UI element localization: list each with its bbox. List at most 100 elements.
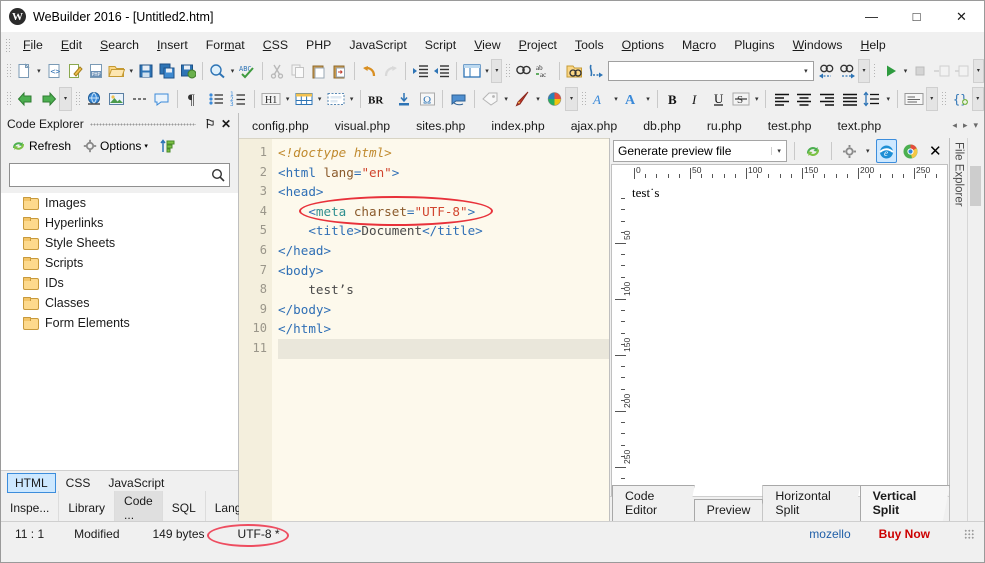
heading-dropdown-icon[interactable]: ▾ bbox=[283, 88, 292, 110]
tree-item-classes[interactable]: Classes bbox=[1, 293, 238, 313]
menu-view[interactable]: View bbox=[465, 35, 509, 55]
snippet-icon[interactable] bbox=[448, 87, 469, 111]
menu-insert[interactable]: Insert bbox=[148, 35, 197, 55]
preview-settings-button[interactable] bbox=[838, 139, 859, 163]
sort-button[interactable] bbox=[156, 137, 179, 155]
search-input[interactable] bbox=[14, 167, 211, 183]
options-dropdown-icon[interactable]: ▾ bbox=[144, 142, 148, 150]
format-brush-icon[interactable] bbox=[512, 87, 533, 111]
copy-icon[interactable] bbox=[288, 59, 307, 83]
menu-file[interactable]: File bbox=[14, 35, 52, 55]
tab-list-icon[interactable]: ▾ bbox=[973, 120, 978, 131]
encoding-status[interactable]: UTF-8 * bbox=[215, 527, 290, 541]
new-php-icon[interactable]: PHP bbox=[86, 59, 105, 83]
open-dropdown-icon[interactable]: ▾ bbox=[127, 60, 135, 82]
panel-tab-sql[interactable]: SQL bbox=[163, 491, 206, 525]
tab-vertical-split[interactable]: Vertical Split bbox=[859, 485, 950, 521]
menu-plugins[interactable]: Plugins bbox=[725, 35, 783, 55]
paste-special-icon[interactable] bbox=[330, 59, 349, 83]
toolbar-overflow-3[interactable]: ▾ bbox=[972, 59, 984, 83]
font-icon[interactable]: A bbox=[590, 87, 611, 111]
search-icon[interactable] bbox=[208, 59, 227, 83]
form-icon[interactable] bbox=[325, 87, 346, 111]
toolbar2-overflow-4[interactable]: ▾ bbox=[971, 87, 984, 111]
menu-script[interactable]: Script bbox=[416, 35, 465, 55]
heading-icon[interactable]: H1 bbox=[260, 87, 282, 111]
toolbar2-grip-3[interactable] bbox=[580, 91, 586, 107]
toolbar2-overflow-2[interactable]: ▾ bbox=[565, 87, 578, 111]
menu-javascript[interactable]: JavaScript bbox=[340, 35, 415, 55]
file-tab-test-php[interactable]: test.php bbox=[755, 115, 825, 137]
toolbar2-grip-2[interactable] bbox=[74, 91, 80, 107]
vertical-scrollbar[interactable] bbox=[967, 138, 984, 521]
align-center-icon[interactable] bbox=[794, 87, 815, 111]
close-button[interactable]: ✕ bbox=[939, 1, 984, 32]
font-size-dropdown-icon[interactable]: ▾ bbox=[643, 88, 652, 110]
back-icon[interactable] bbox=[15, 87, 36, 111]
quick-find-dropdown-icon[interactable]: ▾ bbox=[798, 67, 813, 75]
new-file-icon[interactable] bbox=[15, 59, 34, 83]
toolbar-overflow-1[interactable]: ▾ bbox=[491, 59, 503, 83]
tree-item-hyperlinks[interactable]: Hyperlinks bbox=[1, 213, 238, 233]
strikethrough-icon[interactable]: S bbox=[730, 87, 751, 111]
code-explorer-search[interactable] bbox=[9, 163, 230, 187]
open-folder-icon[interactable] bbox=[107, 59, 126, 83]
menu-macro[interactable]: Macro bbox=[673, 35, 725, 55]
edit-file-icon[interactable] bbox=[65, 59, 84, 83]
menu-format[interactable]: Format bbox=[197, 35, 254, 55]
save-all-icon[interactable] bbox=[158, 59, 177, 83]
insert-hr-icon[interactable] bbox=[129, 87, 150, 111]
menu-project[interactable]: Project bbox=[510, 35, 566, 55]
menu-options[interactable]: Options bbox=[613, 35, 673, 55]
replace-icon[interactable]: ab ac bbox=[535, 59, 554, 83]
file-tab-index-php[interactable]: index.php bbox=[478, 115, 557, 137]
stop-icon[interactable] bbox=[911, 59, 930, 83]
tree-item-images[interactable]: Images bbox=[1, 193, 238, 213]
menu-windows[interactable]: Windows bbox=[784, 35, 852, 55]
menu-css[interactable]: CSS bbox=[254, 35, 297, 55]
file-tab-sites-php[interactable]: sites.php bbox=[403, 115, 478, 137]
forward-icon[interactable] bbox=[38, 87, 59, 111]
insert-link-icon[interactable] bbox=[84, 87, 105, 111]
font-size-icon[interactable]: A bbox=[622, 87, 643, 111]
search-dropdown-icon[interactable]: ▾ bbox=[228, 60, 236, 82]
file-tab-config-php[interactable]: config.php bbox=[239, 115, 322, 137]
paragraph-icon[interactable]: ¶ bbox=[183, 87, 204, 111]
indent-icon[interactable] bbox=[411, 59, 430, 83]
preview-close-button[interactable]: ✕ bbox=[925, 139, 946, 163]
find-prev-icon[interactable] bbox=[817, 59, 836, 83]
file-tab-ajax-php[interactable]: ajax.php bbox=[558, 115, 631, 137]
pin-icon[interactable]: ⚐ bbox=[202, 115, 218, 133]
tree-item-form-elements[interactable]: Form Elements bbox=[1, 313, 238, 333]
preview-ie-button[interactable]: e bbox=[875, 139, 898, 163]
undo-icon[interactable] bbox=[360, 59, 379, 83]
toolbar-overflow-2[interactable]: ▾ bbox=[858, 59, 870, 83]
lang-tab-css[interactable]: CSS bbox=[58, 473, 99, 493]
run-preview-icon[interactable] bbox=[881, 59, 900, 83]
bold-icon[interactable]: B bbox=[662, 87, 683, 111]
line-spacing-dropdown-icon[interactable]: ▾ bbox=[884, 88, 893, 110]
panel-tab-code-explorer[interactable]: Code ... bbox=[115, 491, 163, 525]
maximize-button[interactable]: □ bbox=[894, 1, 939, 32]
tab-horizontal-split[interactable]: Horizontal Split bbox=[762, 485, 861, 521]
spellcheck-icon[interactable]: ABC bbox=[238, 59, 257, 83]
unordered-list-icon[interactable] bbox=[206, 87, 227, 111]
file-tab-visual-php[interactable]: visual.php bbox=[322, 115, 403, 137]
new-file-dropdown-icon[interactable]: ▾ bbox=[35, 60, 43, 82]
file-tab-db-php[interactable]: db.php bbox=[630, 115, 694, 137]
toolbar-grip-3[interactable] bbox=[872, 63, 878, 79]
toolbar2-grip[interactable] bbox=[6, 91, 12, 107]
tree-item-ids[interactable]: IDs bbox=[1, 273, 238, 293]
layout-dropdown-icon[interactable]: ▾ bbox=[483, 60, 491, 82]
minimize-button[interactable]: — bbox=[849, 1, 894, 32]
table-dropdown-icon[interactable]: ▾ bbox=[315, 88, 324, 110]
tree-item-scripts[interactable]: Scripts bbox=[1, 253, 238, 273]
toolbar2-grip-4[interactable] bbox=[940, 91, 946, 107]
paste-icon[interactable] bbox=[309, 59, 328, 83]
options-button[interactable]: Options ▾ bbox=[79, 137, 152, 155]
refresh-button[interactable]: Refresh bbox=[7, 137, 75, 155]
toolbar2-overflow-3[interactable]: ▾ bbox=[925, 87, 938, 111]
layout-panel-icon[interactable] bbox=[462, 59, 482, 83]
file-explorer-strip[interactable]: File Explorer bbox=[949, 138, 967, 521]
tab-next-icon[interactable]: ▸ bbox=[963, 120, 968, 131]
